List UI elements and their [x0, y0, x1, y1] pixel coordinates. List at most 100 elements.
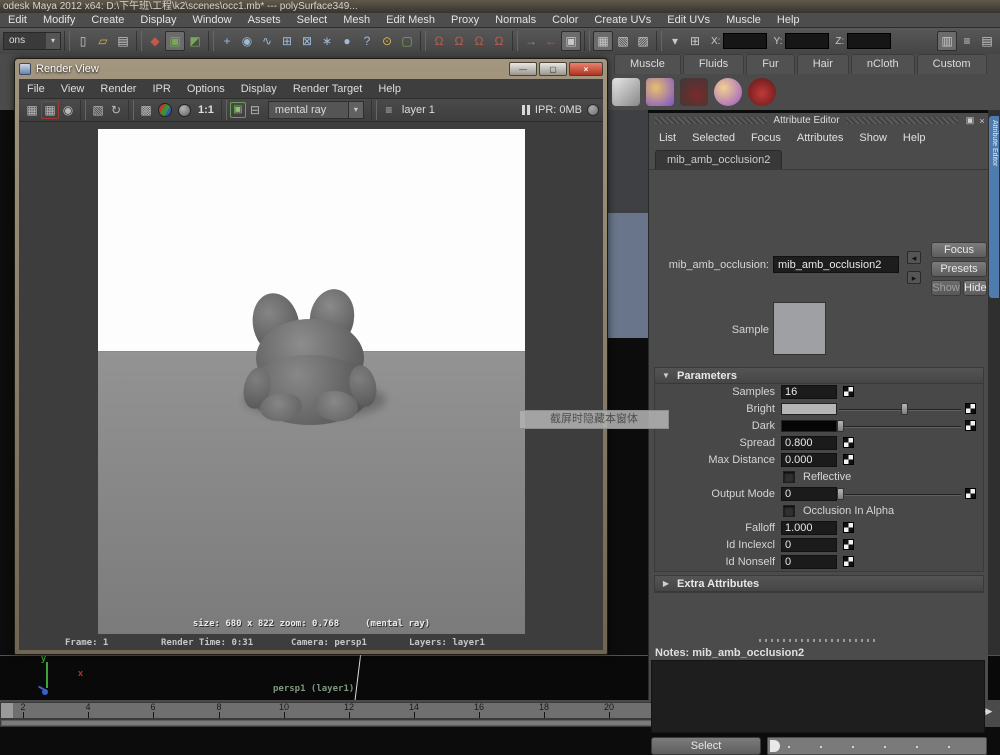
- mask-misc-icon[interactable]: ?: [357, 31, 377, 51]
- menu-create[interactable]: Create: [83, 13, 132, 27]
- menu-mesh[interactable]: Mesh: [335, 13, 378, 27]
- dark-color-swatch[interactable]: [781, 420, 837, 432]
- mask-deformers-icon[interactable]: ⊠: [297, 31, 317, 51]
- render-layer-label[interactable]: layer 1: [402, 104, 435, 116]
- channel-box-toggle-icon[interactable]: ▤: [977, 31, 997, 51]
- notes-textarea[interactable]: [651, 660, 985, 733]
- shelf-item-icon[interactable]: [612, 78, 640, 106]
- redo-render-icon[interactable]: ▦: [23, 101, 41, 119]
- shelf-item-icon[interactable]: [748, 78, 776, 106]
- reflective-checkbox[interactable]: [783, 471, 795, 483]
- rv-menu-ipr[interactable]: IPR: [144, 79, 178, 98]
- range-slider-handle[interactable]: [2, 721, 750, 725]
- map-texture-icon[interactable]: [843, 556, 854, 567]
- axis-widget-icon[interactable]: ⊞: [685, 31, 705, 51]
- coordinate-mode-icon[interactable]: ▾: [665, 31, 685, 51]
- menu-display[interactable]: Display: [132, 13, 184, 27]
- shelf-tab-fluids[interactable]: Fluids: [683, 54, 744, 74]
- menu-muscle[interactable]: Muscle: [718, 13, 769, 27]
- render-canvas[interactable]: size: 680 x 822 zoom: 0.768 (mental ray): [19, 122, 603, 636]
- rv-menu-display[interactable]: Display: [233, 79, 285, 98]
- output-mode-slider[interactable]: [839, 494, 961, 496]
- rv-menu-file[interactable]: File: [19, 79, 53, 98]
- bright-color-swatch[interactable]: [781, 403, 837, 415]
- ae-menu-show[interactable]: Show: [851, 128, 895, 148]
- real-size-button[interactable]: 1:1: [194, 104, 218, 116]
- save-scene-icon[interactable]: ▤: [113, 31, 133, 51]
- rgb-channels-icon[interactable]: [158, 103, 172, 117]
- spread-field[interactable]: 0.800: [781, 436, 837, 450]
- rv-menu-render[interactable]: Render: [92, 79, 144, 98]
- bright-slider[interactable]: [839, 409, 961, 411]
- keep-image-icon[interactable]: ▣: [230, 102, 246, 118]
- mask-joints-icon[interactable]: ◉: [237, 31, 257, 51]
- highlight-selection-icon[interactable]: ▢: [397, 31, 417, 51]
- menu-create-uvs[interactable]: Create UVs: [586, 13, 659, 27]
- snap-point-icon[interactable]: Ω: [469, 31, 489, 51]
- menu-help[interactable]: Help: [769, 13, 808, 27]
- lock-icon[interactable]: ⊙: [377, 31, 397, 51]
- tab-mib-amb-occlusion2[interactable]: mib_amb_occlusion2: [655, 150, 782, 169]
- slider-handle[interactable]: [837, 420, 844, 432]
- presets-button[interactable]: Presets: [931, 261, 987, 277]
- splitter-drag-handle[interactable]: [759, 639, 879, 642]
- render-settings-icon[interactable]: ▨: [633, 31, 653, 51]
- map-texture-icon[interactable]: [965, 488, 976, 499]
- undock-icon[interactable]: ▣: [964, 115, 976, 126]
- ae-menu-attributes[interactable]: Attributes: [789, 128, 851, 148]
- ae-menu-help[interactable]: Help: [895, 128, 934, 148]
- minimize-button[interactable]: —: [509, 62, 537, 76]
- render-current-frame-icon[interactable]: ▦: [593, 31, 613, 51]
- shelf-item-icon[interactable]: [714, 78, 742, 106]
- new-scene-icon[interactable]: ▯: [73, 31, 93, 51]
- mask-handles-icon[interactable]: +: [217, 31, 237, 51]
- extra-attributes-header[interactable]: ▶ Extra Attributes: [655, 576, 983, 592]
- mask-curves-icon[interactable]: ∿: [257, 31, 277, 51]
- ae-menu-list[interactable]: List: [651, 128, 684, 148]
- construction-history-icon[interactable]: ▣: [561, 31, 581, 51]
- chevron-down-icon[interactable]: ▾: [46, 33, 60, 49]
- map-texture-icon[interactable]: [843, 522, 854, 533]
- samples-field[interactable]: 16: [781, 385, 837, 399]
- drag-handle[interactable]: [655, 117, 767, 124]
- id-inclexcl-field[interactable]: 0: [781, 538, 837, 552]
- node-name-field[interactable]: [773, 256, 899, 273]
- shelf-item-icon[interactable]: [680, 78, 708, 106]
- map-texture-icon[interactable]: [965, 403, 976, 414]
- alpha-channel-icon[interactable]: [178, 104, 191, 117]
- drag-handle[interactable]: [846, 117, 958, 124]
- close-button[interactable]: ×: [569, 62, 603, 76]
- attribute-editor-toggle-icon[interactable]: ▥: [937, 31, 957, 51]
- id-nonself-field[interactable]: 0: [781, 555, 837, 569]
- map-texture-icon[interactable]: [843, 386, 854, 397]
- attribute-editor-vertical-tab[interactable]: Attribute Editor: [989, 116, 999, 298]
- map-texture-icon[interactable]: [965, 420, 976, 431]
- rv-menu-view[interactable]: View: [53, 79, 93, 98]
- renderer-dropdown[interactable]: mental ray ▾: [268, 101, 364, 119]
- map-texture-icon[interactable]: [843, 454, 854, 465]
- y-input[interactable]: [785, 33, 829, 49]
- open-scene-icon[interactable]: ▱: [93, 31, 113, 51]
- tool-settings-toggle-icon[interactable]: ≡: [957, 31, 977, 51]
- snap-plane-icon[interactable]: Ω: [489, 31, 509, 51]
- menu-edit[interactable]: Edit: [0, 13, 35, 27]
- snap-curve-icon[interactable]: Ω: [449, 31, 469, 51]
- parameters-header[interactable]: ▼ Parameters: [655, 368, 983, 384]
- menu-edit-mesh[interactable]: Edit Mesh: [378, 13, 443, 27]
- output-connections-icon[interactable]: ←: [541, 31, 561, 51]
- scrollbar-handle[interactable]: [770, 740, 780, 752]
- sample-swatch[interactable]: [773, 302, 826, 355]
- menu-modify[interactable]: Modify: [35, 13, 83, 27]
- refresh-ipr-icon[interactable]: ↻: [107, 101, 125, 119]
- output-mode-field[interactable]: 0: [781, 487, 837, 501]
- select-object-icon[interactable]: ▣: [165, 31, 185, 51]
- maximize-button[interactable]: ▢: [539, 62, 567, 76]
- close-icon[interactable]: ×: [976, 116, 988, 126]
- range-slider[interactable]: [0, 719, 762, 727]
- z-input[interactable]: [847, 33, 891, 49]
- shelf-item-icon[interactable]: [646, 78, 674, 106]
- shelf-tab-ncloth[interactable]: nCloth: [851, 54, 915, 74]
- menu-select[interactable]: Select: [289, 13, 336, 27]
- map-texture-icon[interactable]: [843, 539, 854, 550]
- mask-rendering-icon[interactable]: ●: [337, 31, 357, 51]
